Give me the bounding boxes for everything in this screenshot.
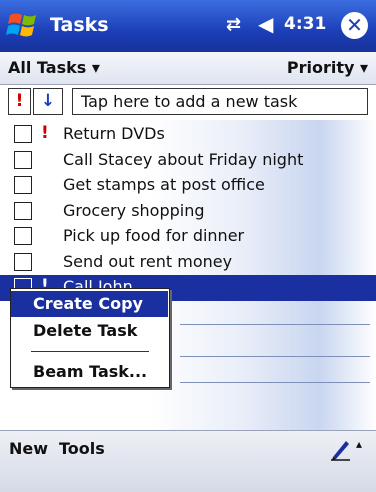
task-checkbox[interactable] <box>14 227 32 245</box>
menu-separator <box>31 351 149 352</box>
close-icon[interactable]: ✕ <box>341 12 368 39</box>
task-row[interactable]: Pick up food for dinner <box>0 224 376 250</box>
menu-item-create-copy[interactable]: Create Copy <box>11 291 168 317</box>
title-bar: Tasks ⇄ ◀ 4:31 ✕ <box>0 0 376 52</box>
connectivity-icon[interactable]: ⇄ <box>226 14 241 35</box>
windows-flag-icon[interactable] <box>6 9 42 43</box>
task-label: Pick up food for dinner <box>63 226 245 245</box>
app-title: Tasks <box>50 14 109 36</box>
high-priority-button[interactable]: ! <box>8 88 31 115</box>
low-priority-button[interactable]: ↓ <box>33 88 63 115</box>
task-row[interactable]: Grocery shopping <box>0 199 376 225</box>
new-task-input[interactable]: Tap here to add a new task <box>72 88 368 115</box>
task-label: Send out rent money <box>63 251 233 271</box>
task-row[interactable]: Get stamps at post office <box>0 173 376 199</box>
input-selector-arrow-icon[interactable]: ▴ <box>356 437 362 451</box>
task-label: Return DVDs <box>63 124 165 143</box>
filter-bar: All Tasks ▾ Priority ▾ <box>0 52 376 85</box>
category-filter-dropdown[interactable]: All Tasks ▾ <box>8 58 100 77</box>
task-checkbox[interactable] <box>14 252 32 271</box>
new-menu-button[interactable]: New <box>9 439 48 458</box>
pen-input-icon[interactable] <box>330 437 352 461</box>
tools-menu-button[interactable]: Tools <box>59 439 105 458</box>
menu-item-delete-task[interactable]: Delete Task <box>11 318 168 344</box>
task-label: Get stamps at post office <box>63 175 265 194</box>
priority-icon: ! <box>41 123 49 143</box>
clock[interactable]: 4:31 <box>284 14 326 34</box>
divider <box>180 324 370 325</box>
task-row[interactable]: Send out rent money <box>0 250 376 276</box>
task-label: Grocery shopping <box>63 200 205 220</box>
task-checkbox[interactable] <box>14 176 32 194</box>
task-checkbox[interactable] <box>14 201 32 220</box>
menu-item-beam-task[interactable]: Beam Task... <box>11 359 168 385</box>
task-checkbox[interactable] <box>14 150 32 169</box>
context-menu: Create Copy Delete Task Beam Task... <box>10 288 170 388</box>
entry-bar: ! ↓ Tap here to add a new task <box>0 85 376 119</box>
divider <box>180 382 370 383</box>
bottom-toolbar: New Tools ▴ <box>0 430 376 492</box>
task-row[interactable]: ! Return DVDs <box>0 122 376 148</box>
task-row[interactable]: Call Stacey about Friday night <box>0 148 376 174</box>
volume-icon[interactable]: ◀ <box>258 12 273 36</box>
divider <box>180 356 370 357</box>
task-label: Call Stacey about Friday night <box>63 149 304 169</box>
sort-dropdown[interactable]: Priority ▾ <box>287 58 368 77</box>
task-checkbox[interactable] <box>14 125 32 143</box>
